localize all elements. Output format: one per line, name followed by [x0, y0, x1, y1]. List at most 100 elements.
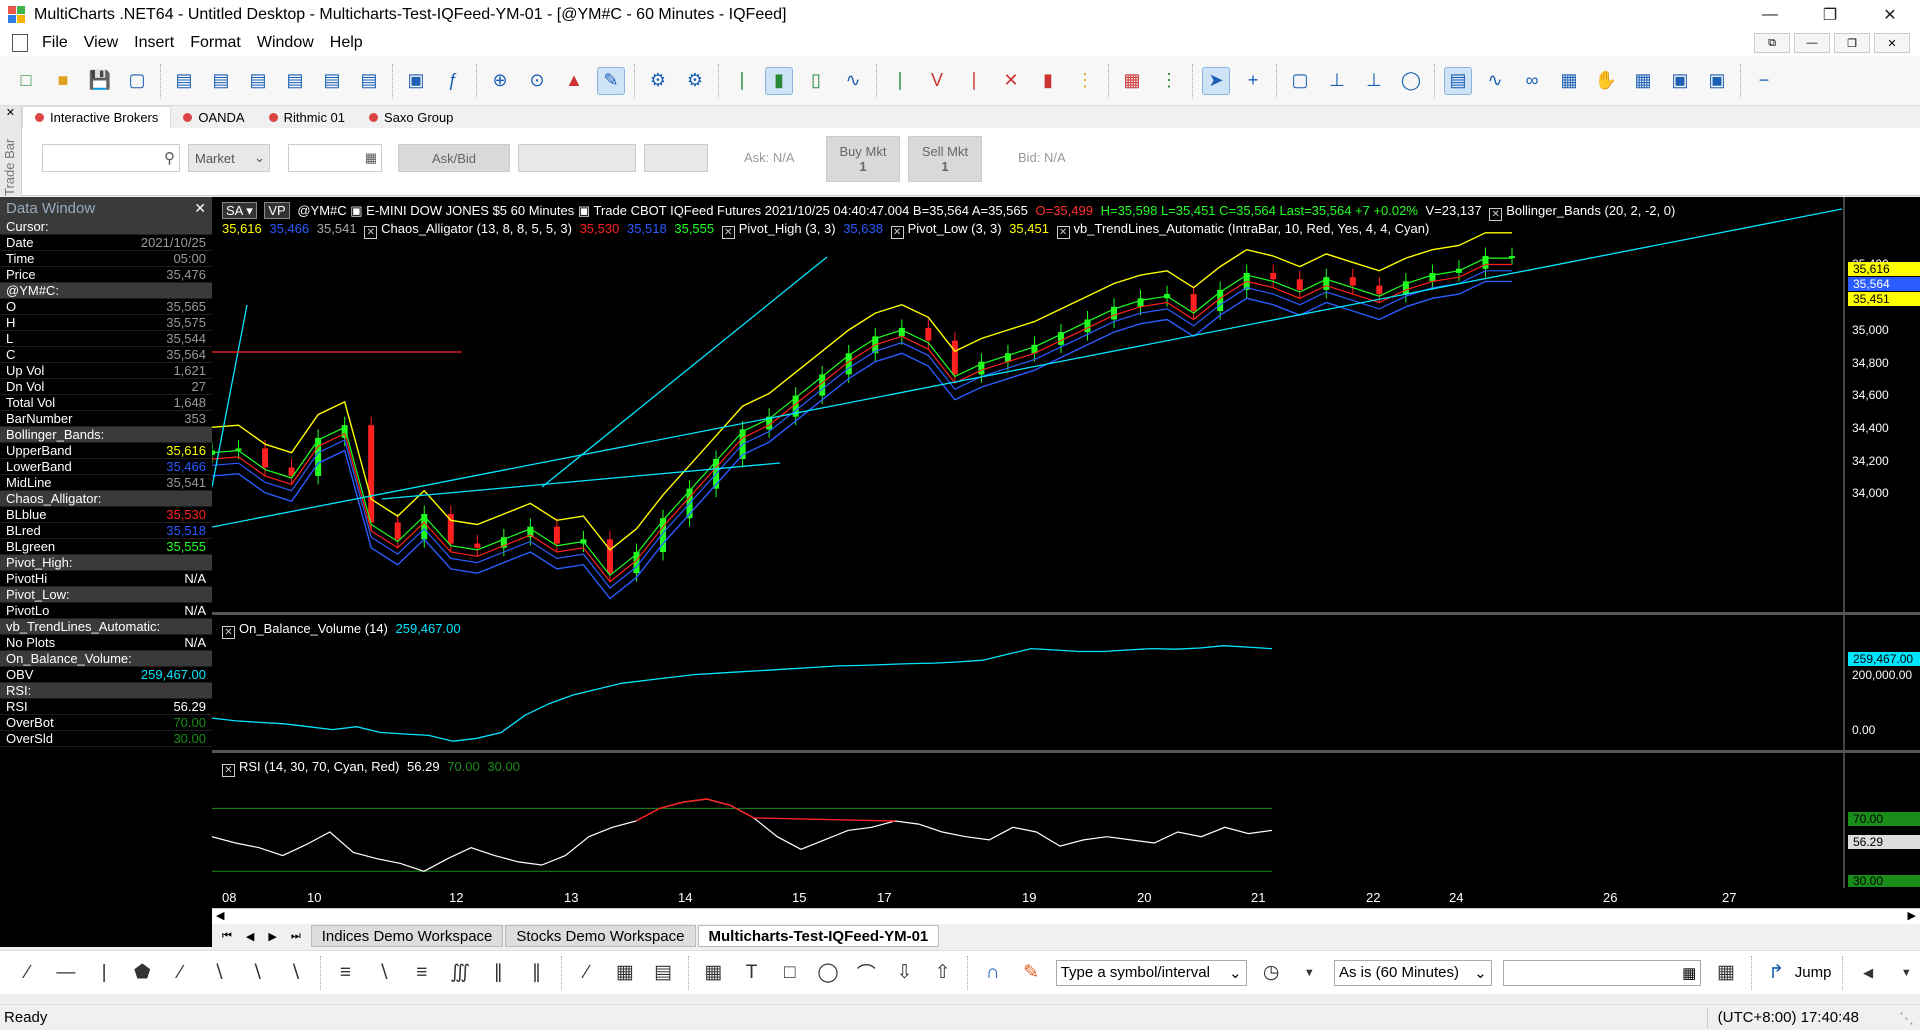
range-bar-icon[interactable]: ∣ [886, 67, 914, 95]
glasses-icon[interactable]: ∞ [1518, 67, 1546, 95]
calculator-icon[interactable]: ▦ [700, 959, 727, 987]
hline-icon[interactable]: ⊥ [1323, 67, 1351, 95]
hand-icon[interactable]: ✋ [1592, 67, 1620, 95]
kagi-icon[interactable]: V [923, 67, 951, 95]
tick-icon[interactable]: ⋮ [1071, 67, 1099, 95]
mdi-close-button[interactable]: ✕ [1874, 33, 1910, 53]
chart-canvas[interactable] [212, 197, 1920, 888]
symbol-input[interactable]: Type a symbol/interval ⌄ [1055, 959, 1247, 986]
mdi-restore-button[interactable]: ❐ [1834, 33, 1870, 53]
trade-bar-handle[interactable]: ✕ Trade Bar [0, 106, 22, 196]
tab-workspace-indices[interactable]: Indices Demo Workspace [310, 925, 504, 947]
tab-broker-rithmic[interactable]: Rithmic 01 [257, 106, 357, 128]
ray-icon[interactable]: ∕ [167, 959, 194, 987]
format-window-icon[interactable]: ⚙ [681, 67, 709, 95]
open-icon[interactable]: ■ [49, 67, 77, 95]
last-tab-icon[interactable]: ⏭ [291, 930, 301, 943]
menu-window[interactable]: Window [249, 34, 322, 52]
new-chart-icon[interactable]: □ [12, 67, 40, 95]
order-type-select[interactable]: Market ⌄ [188, 144, 270, 172]
prev-tab-icon[interactable]: ◀ [246, 930, 254, 943]
fib-arc-icon[interactable]: ∭ [446, 959, 473, 987]
line-break-icon[interactable]: ▮ [1034, 67, 1062, 95]
insert-study-icon[interactable]: ✎ [597, 66, 625, 95]
fib-fan-icon[interactable]: ∖ [370, 959, 397, 987]
menu-help[interactable]: Help [322, 34, 371, 52]
scroll-right-icon[interactable]: ▶ [1908, 909, 1916, 922]
clock-icon[interactable]: ◷ [1258, 959, 1285, 987]
trade-bar-icon[interactable]: ▤ [1444, 66, 1472, 95]
close-button[interactable]: ✕ [1860, 0, 1920, 30]
horizontal-scrollbar[interactable]: ◀ ▶ [212, 908, 1920, 924]
fan-icon[interactable]: ∖ [205, 959, 232, 987]
editor-icon[interactable]: ƒ [439, 67, 467, 95]
minimize-button[interactable]: — [1740, 0, 1800, 30]
line-style-icon[interactable]: ∿ [839, 67, 867, 95]
mdi-minimize-button[interactable]: — [1794, 33, 1830, 53]
tab-broker-ib[interactable]: Interactive Brokers [22, 106, 172, 128]
portfolio-icon[interactable]: ▣ [1703, 67, 1731, 95]
next-tab-icon[interactable]: ▶ [268, 930, 276, 943]
scroll-left-icon[interactable]: ◀ [216, 909, 224, 922]
volume-icon[interactable]: ⋮ [1155, 67, 1183, 95]
heatmap-icon[interactable]: ▦ [1118, 67, 1146, 95]
tab-workspace-iqfeed[interactable]: Multicharts-Test-IQFeed-YM-01 [697, 925, 940, 947]
settings-icon[interactable]: ⚙ [644, 67, 672, 95]
hollow-candle-icon[interactable]: ▯ [802, 67, 830, 95]
pane-separator[interactable] [212, 612, 1920, 615]
rectangle-icon[interactable]: □ [776, 959, 803, 987]
pointer-icon[interactable]: ➤ [1202, 66, 1230, 95]
renko-icon[interactable]: ∣ [960, 67, 988, 95]
ellipse-icon[interactable]: ◯ [814, 959, 841, 987]
pitchfork-icon[interactable]: ∖ [282, 959, 309, 987]
trend-icon[interactable]: ∿ [1481, 67, 1509, 95]
trendline-icon[interactable]: ∕ [14, 959, 41, 987]
insert-indicator-icon[interactable]: ⊕ [486, 67, 514, 95]
maximize-button[interactable]: ❐ [1800, 0, 1860, 30]
layout-icon[interactable]: ▣ [1666, 67, 1694, 95]
arc-icon[interactable]: ⌒ [853, 959, 880, 987]
close-icon[interactable]: ✕ [194, 200, 206, 217]
ask-bid-button[interactable]: Ask/Bid [398, 144, 510, 172]
price-select[interactable] [518, 144, 636, 172]
sell-market-button[interactable]: Sell Mkt 1 [908, 136, 982, 182]
dropdown-icon[interactable]: ▼ [1296, 959, 1323, 987]
cycle-lines-icon[interactable]: ∥ [523, 959, 550, 987]
channel-icon[interactable]: ⬟ [129, 959, 156, 987]
matrix-icon[interactable]: ▦ [1555, 67, 1583, 95]
account-search-input[interactable]: ⚲ [42, 144, 180, 172]
back-icon[interactable]: ◀ [1854, 959, 1881, 987]
fib-timezone-icon[interactable]: ∥ [485, 959, 512, 987]
columns-icon[interactable]: ▦ [1629, 67, 1657, 95]
grid-icon[interactable]: ▦ [611, 959, 638, 987]
crosshair-icon[interactable]: + [1239, 67, 1267, 95]
arrow-up-icon[interactable]: ⇧ [929, 959, 956, 987]
zoom-icon[interactable]: ◯ [1397, 67, 1425, 95]
close-window-icon[interactable]: ▢ [123, 67, 151, 95]
vertical-line-icon[interactable]: | [90, 959, 117, 987]
fib-retracement-icon[interactable]: ≡ [332, 959, 359, 987]
quantity-stepper[interactable]: ▦ [288, 144, 382, 172]
magnet-icon[interactable]: ∩ [979, 959, 1006, 987]
first-tab-icon[interactable]: ⏮ [222, 930, 232, 943]
bar-style-icon[interactable]: ∣ [728, 67, 756, 95]
menu-file[interactable]: File [34, 34, 76, 52]
tab-broker-oanda[interactable]: OANDA [171, 106, 256, 128]
buy-market-button[interactable]: Buy Mkt 1 [826, 136, 900, 182]
more-icon[interactable]: ▼ [1893, 959, 1920, 987]
tab-broker-saxo[interactable]: Saxo Group [357, 106, 465, 128]
chart-window[interactable]: SA ▾ VP @YM#C ▣ E-MINI DOW JONES $5 60 M… [212, 197, 1920, 908]
scanner-icon[interactable]: ▤ [207, 67, 235, 95]
jump-icon[interactable]: ↱ [1763, 959, 1790, 987]
comment-icon[interactable]: ▢ [1286, 67, 1314, 95]
window-icon[interactable]: ▣ [402, 67, 430, 95]
page-icon[interactable]: ▤ [170, 67, 198, 95]
fib-extension-icon[interactable]: ≡ [408, 959, 435, 987]
interval-select[interactable]: As is (60 Minutes) ⌄ [1333, 959, 1492, 986]
date-input[interactable]: ▦ [1502, 959, 1702, 986]
insert-signal-icon[interactable]: ⊙ [523, 67, 551, 95]
gann-icon[interactable]: ∖ [243, 959, 270, 987]
eraser-icon[interactable]: ✎ [1017, 959, 1044, 987]
vline-icon[interactable]: ⊥ [1360, 67, 1388, 95]
save-icon[interactable]: 💾 [86, 67, 114, 95]
